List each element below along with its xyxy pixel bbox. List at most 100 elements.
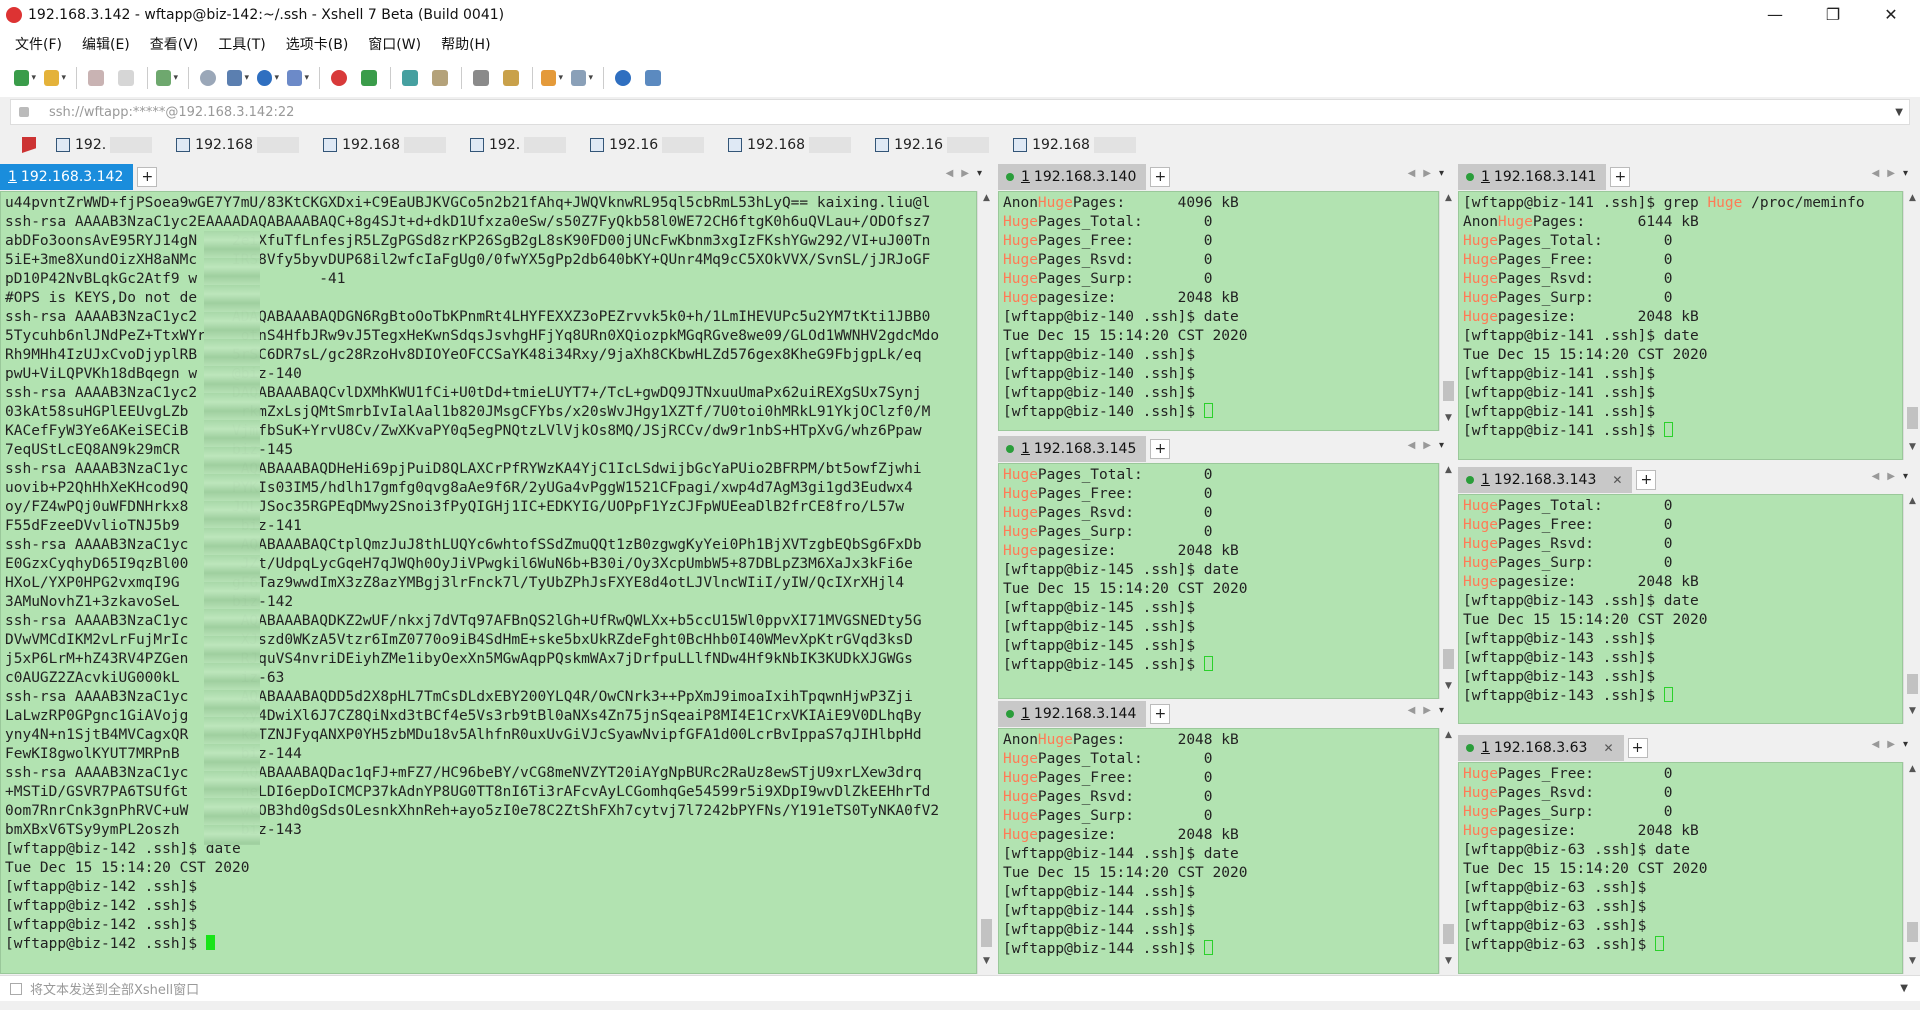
close-tab-icon[interactable]: ✕ [1603,741,1613,755]
connect-icon[interactable] [85,67,107,89]
close-tab-icon[interactable]: ✕ [1612,473,1622,487]
tab-192-168-3-145[interactable]: 1 192.168.3.145 [998,435,1147,462]
address-bar[interactable]: ssh://wftapp:*****@192.168.3.142:22 ▼ [10,99,1910,125]
scroll-down-icon[interactable]: ▼ [1440,956,1457,972]
vertical-scrollbar[interactable]: ▲ ▼ [1439,191,1456,431]
xftp-icon[interactable] [358,67,380,89]
minimize-button[interactable]: — [1746,0,1804,29]
add-tab-button[interactable]: + [1150,166,1171,187]
compose-bar[interactable]: 将文本发送到全部Xshell窗口 ▼ [0,975,1920,1001]
tab-192-168-3-144[interactable]: 1 192.168.3.144 [998,700,1147,727]
menu-window[interactable]: 窗口(W) [365,32,424,56]
vertical-scrollbar[interactable]: ▲ ▼ [1903,762,1920,974]
quick-session[interactable]: 192.168 [1013,137,1136,153]
transfer-icon[interactable] [541,67,563,89]
tab-nav[interactable]: ◀▶▾ [1872,471,1916,482]
scroll-up-icon[interactable]: ▲ [978,193,995,209]
vertical-scrollbar[interactable]: ▲ ▼ [1903,191,1920,460]
add-tab-button[interactable]: + [1610,166,1631,187]
properties-icon[interactable] [156,67,178,89]
tab-nav[interactable]: ◀▶▾ [1872,168,1916,179]
tab-192-168-3-143[interactable]: 1 192.168.3.143 ✕ [1458,466,1633,493]
vertical-scrollbar[interactable]: ▲ ▼ [1903,494,1920,724]
maximize-button[interactable]: ❐ [1804,0,1862,29]
tab-192-168-3-140[interactable]: 1 192.168.3.140 [998,163,1147,190]
layout-icon[interactable] [227,67,249,89]
bookmark-icon[interactable] [22,137,36,153]
vertical-scrollbar[interactable]: ▲ ▼ [1439,728,1456,974]
quick-session[interactable]: 192.168 [728,137,852,153]
scroll-up-icon[interactable]: ▲ [1440,465,1457,481]
terminal-main[interactable]: u44pvntZrWWD+fjPSoea9wGE7Y7mU/83KtCKGXDx… [0,191,977,974]
scroll-down-icon[interactable]: ▼ [1904,956,1920,972]
chevron-down-icon[interactable]: ▼ [1895,107,1903,118]
vertical-scrollbar[interactable]: ▲ ▼ [977,191,994,974]
scroll-thumb[interactable] [1907,674,1918,694]
menu-edit[interactable]: 编辑(E) [79,32,133,56]
help-icon[interactable] [612,67,634,89]
scroll-thumb[interactable] [1907,407,1918,429]
menu-tabs[interactable]: 选项卡(B) [283,32,352,56]
scroll-thumb[interactable] [1907,922,1918,942]
menu-tools[interactable]: 工具(T) [215,32,268,56]
terminal-140[interactable]: AnonHugePages: 4096 kB HugePages_Total: 0… [998,191,1439,431]
open-folder-icon[interactable] [44,67,66,89]
fullscreen-icon[interactable] [399,67,421,89]
tab-192-168-3-141[interactable]: 1 192.168.3.141 [1458,163,1607,190]
lock-icon[interactable] [429,67,451,89]
tab-nav[interactable]: ◀▶▾ [1872,739,1916,750]
scroll-thumb[interactable] [1443,924,1454,944]
xshell-icon[interactable] [328,67,350,89]
font-icon[interactable] [287,67,309,89]
scroll-up-icon[interactable]: ▲ [1904,496,1920,512]
scroll-up-icon[interactable]: ▲ [1440,730,1457,746]
quick-session[interactable]: 192.16 [590,137,705,153]
tab-192-168-3-63[interactable]: 1 192.168.3.63 ✕ [1458,734,1624,761]
scroll-up-icon[interactable]: ▲ [1440,193,1457,209]
menu-view[interactable]: 查看(V) [147,32,202,56]
add-tab-button[interactable]: + [1636,469,1657,490]
scroll-down-icon[interactable]: ▼ [1904,706,1920,722]
scroll-down-icon[interactable]: ▼ [1440,413,1457,429]
scroll-up-icon[interactable]: ▲ [1904,193,1920,209]
find-icon[interactable] [197,67,219,89]
quick-session[interactable]: 192.16 [875,137,990,153]
terminal-63[interactable]: HugePages_Free: 0 HugePages_Rsvd: 0 HugePa… [1458,762,1903,974]
terminal-144[interactable]: AnonHugePages: 2048 kB HugePages_Total: 0… [998,728,1439,974]
tab-nav[interactable]: ◀▶▾ [1408,440,1452,451]
menu-help[interactable]: 帮助(H) [438,32,493,56]
terminal-145[interactable]: HugePages_Total: 0 HugePages_Free: 0 HugeP… [998,463,1439,699]
globe-icon[interactable] [257,67,279,89]
add-tab-button[interactable]: + [1150,703,1171,724]
scroll-thumb[interactable] [981,919,992,947]
scroll-down-icon[interactable]: ▼ [978,956,995,972]
highlight-icon[interactable] [500,67,522,89]
scroll-thumb[interactable] [1443,649,1454,669]
new-session-icon[interactable] [14,67,36,89]
tab-nav[interactable]: ◀▶▾ [946,168,990,179]
add-tab-button[interactable]: + [1627,737,1648,758]
tab-192-168-3-142[interactable]: 1 192.168.3.142 [0,163,134,190]
terminal-143[interactable]: HugePages_Total: 0 HugePages_Free: 0 HugeP… [1458,494,1903,724]
chat-icon[interactable] [642,67,664,89]
close-button[interactable]: ✕ [1862,0,1920,29]
keyboard-icon[interactable] [470,67,492,89]
tab-nav[interactable]: ◀▶▾ [1408,168,1452,179]
scroll-up-icon[interactable]: ▲ [1904,764,1920,780]
vertical-scrollbar[interactable]: ▲ ▼ [1439,463,1456,699]
add-tab-button[interactable]: + [1150,438,1171,459]
scroll-down-icon[interactable]: ▼ [1904,442,1920,458]
quick-session[interactable]: 192.168 [323,137,446,153]
terminal-141[interactable]: [wftapp@biz-141 .ssh]$ grep Huge /proc/m… [1458,191,1903,460]
quick-session[interactable]: 192.168 [176,137,300,153]
add-tab-button[interactable]: + [137,166,158,187]
menu-file[interactable]: 文件(F) [12,32,65,56]
tile-icon[interactable] [571,67,593,89]
quick-session[interactable]: 192. [56,137,153,153]
quick-session[interactable]: 192. [469,137,567,153]
scroll-thumb[interactable] [1443,381,1454,401]
chevron-down-icon[interactable]: ▼ [1900,983,1908,994]
disconnect-icon[interactable] [115,67,137,89]
tab-nav[interactable]: ◀▶▾ [1408,705,1452,716]
scroll-down-icon[interactable]: ▼ [1440,681,1457,697]
